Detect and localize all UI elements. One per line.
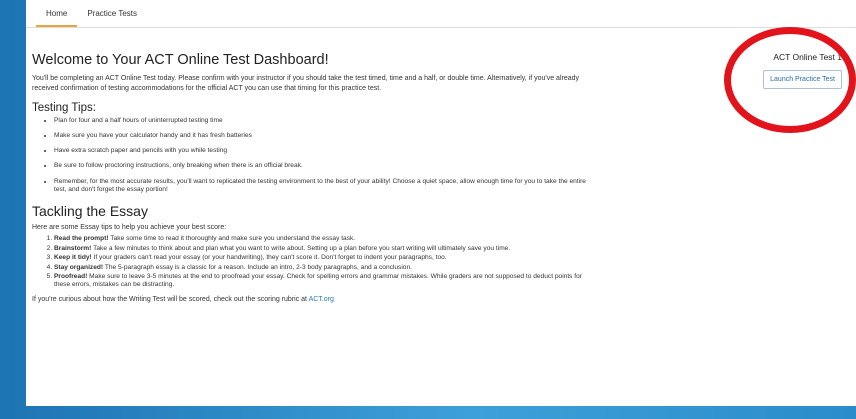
list-item: Read the prompt! Take some time to read … (54, 235, 592, 243)
intro-paragraph: You'll be completing an ACT Online Test … (32, 75, 580, 92)
list-item: Proofread! Make sure to leave 3-5 minute… (54, 273, 592, 290)
essay-tips-list: Read the prompt! Take some time to read … (32, 235, 592, 289)
highlight-ring-annotation (724, 27, 856, 133)
scoring-note-text: If you're curious about how the Writing … (32, 295, 309, 303)
act-org-link[interactable]: ACT.org (309, 296, 334, 303)
list-item: Remember, for the most accurate results,… (54, 178, 592, 195)
list-item: Stay organized! The 5-paragraph essay is… (54, 264, 592, 272)
tab-home[interactable]: Home (36, 9, 78, 27)
scoring-note: If you're curious about how the Writing … (32, 296, 592, 303)
essay-tip-text: Take some time to read it thoroughly and… (108, 235, 356, 243)
essay-tip-title: Proofread! (54, 272, 88, 280)
essay-tip-title: Read the prompt! (54, 235, 109, 243)
essay-intro: Here are some Essay tips to help you ach… (32, 223, 227, 231)
tips-heading: Testing Tips: (32, 102, 96, 115)
list-item: Make sure you have your calculator handy… (54, 132, 592, 141)
list-item: Brainstorm! Take a few minutes to think … (54, 245, 592, 253)
tips-list: Plan for four and a half hours of uninte… (32, 117, 592, 195)
tab-practice-tests[interactable]: Practice Tests (77, 9, 147, 27)
essay-tip-text: The 5-paragraph essay is a classic for a… (103, 263, 412, 271)
essay-tip-text: If your graders can't read your essay (o… (91, 254, 447, 262)
essay-tip-title: Brainstorm! (54, 244, 92, 252)
list-item: Be sure to follow proctoring instruction… (54, 162, 592, 171)
list-item: Keep it tidy! If your graders can't read… (54, 254, 592, 262)
essay-tip-text: Take a few minutes to think about and pl… (91, 244, 511, 252)
essay-tip-title: Stay organized! (54, 263, 104, 271)
essay-tip-text: Make sure to leave 3-5 minutes at the en… (54, 272, 583, 289)
essay-heading: Tackling the Essay (32, 202, 148, 219)
top-nav: Home Practice Tests (26, 0, 856, 28)
essay-tip-title: Keep it tidy! (54, 254, 92, 262)
page-title: Welcome to Your ACT Online Test Dashboar… (32, 52, 329, 68)
list-item: Plan for four and a half hours of uninte… (54, 117, 592, 126)
list-item: Have extra scratch paper and pencils wit… (54, 147, 592, 156)
main-content: Welcome to Your ACT Online Test Dashboar… (32, 34, 592, 303)
